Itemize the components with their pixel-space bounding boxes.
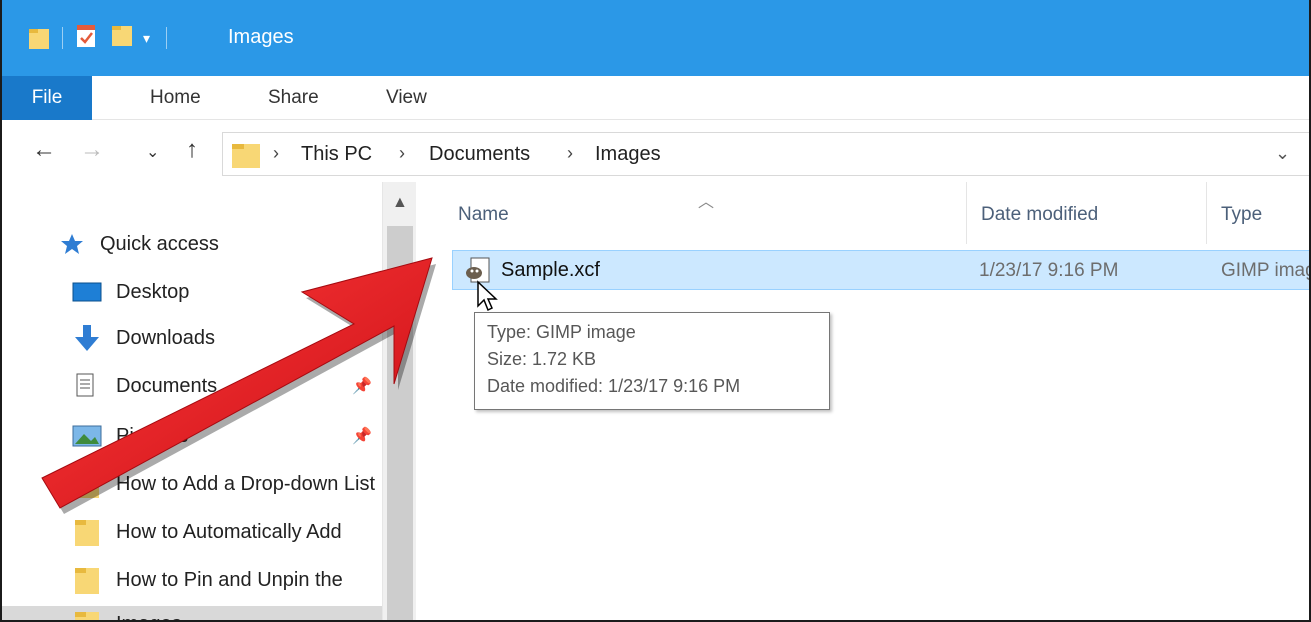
customize-toolbar-icon[interactable]: ▾ <box>143 30 150 47</box>
nav-item-pictures[interactable]: Pictures 📌 <box>72 418 382 454</box>
quick-access-toolbar: ▾ <box>2 0 179 76</box>
forward-arrow-icon[interactable]: → <box>80 136 104 164</box>
breadcrumb-documents[interactable]: Documents <box>429 143 530 166</box>
nav-item-desktop[interactable]: Desktop <box>72 274 382 310</box>
window-title: Images <box>228 26 294 48</box>
download-icon <box>72 324 108 352</box>
nav-item-folder[interactable]: How to Add a Drop-down List <box>72 466 382 502</box>
mouse-cursor-icon <box>476 280 498 317</box>
tooltip-size: Size: 1.72 KB <box>487 349 597 369</box>
pin-icon[interactable]: 📌 <box>352 426 372 446</box>
tab-share[interactable]: Share <box>268 76 319 120</box>
toolbar-separator <box>62 27 63 49</box>
tab-view[interactable]: View <box>386 76 427 120</box>
chevron-right-icon: › <box>273 143 279 163</box>
column-header-type[interactable]: Type <box>1207 182 1309 244</box>
pin-icon[interactable]: 📌 <box>352 376 372 396</box>
star-icon <box>60 233 100 255</box>
chevron-right-icon: › <box>567 143 573 163</box>
nav-item-folder[interactable]: How to Pin and Unpin the <box>72 562 382 598</box>
pictures-icon <box>72 424 108 448</box>
column-header-label: Name <box>458 204 509 225</box>
scrollbar-thumb[interactable] <box>387 226 413 620</box>
nav-item-label: How to Automatically Add <box>116 520 342 543</box>
nav-item-label: Pictures <box>116 424 189 447</box>
recent-locations-icon[interactable]: ⌄ <box>146 142 159 162</box>
scroll-up-icon[interactable]: ▲ <box>392 194 408 212</box>
nav-item-label: Desktop <box>116 280 190 303</box>
file-explorer-window: ▾ Images File Home Share View ← → ⌄ ↑ › … <box>0 0 1311 622</box>
folder-icon <box>72 517 108 547</box>
document-icon <box>72 372 108 400</box>
desktop-icon <box>72 281 108 303</box>
tab-home[interactable]: Home <box>150 76 201 120</box>
file-info-tooltip: Type: GIMP image Size: 1.72 KB Date modi… <box>474 312 830 410</box>
nav-item-folder[interactable]: How to Automatically Add <box>72 514 382 550</box>
up-arrow-icon[interactable]: ↑ <box>186 136 198 164</box>
file-date-modified: 1/23/17 9:16 PM <box>979 260 1119 281</box>
tab-file[interactable]: File <box>2 76 92 120</box>
ribbon-tabs: File Home Share View <box>2 76 1309 120</box>
column-header-label: Date modified <box>981 204 1099 225</box>
folder-icon <box>72 469 108 499</box>
folder-icon <box>231 141 261 174</box>
navigation-bar: ← → ⌄ ↑ › This PC › Documents › Images ⌄ <box>2 120 1309 182</box>
toolbar-separator <box>166 27 168 49</box>
file-type: GIMP image <box>1221 260 1309 281</box>
title-bar: ▾ Images <box>2 0 1309 76</box>
file-name: Sample.xcf <box>501 259 600 281</box>
address-bar[interactable]: › This PC › Documents › Images ⌄ <box>222 132 1309 176</box>
back-arrow-icon[interactable]: ← <box>32 136 56 164</box>
column-header-date-modified[interactable]: Date modified <box>967 182 1207 244</box>
nav-item-label: How to Pin and Unpin the <box>116 568 343 591</box>
nav-item-label: Images <box>116 613 182 621</box>
new-folder-icon[interactable] <box>111 24 133 53</box>
column-header-label: Type <box>1221 204 1263 225</box>
folder-icon <box>28 27 50 49</box>
chevron-right-icon: › <box>399 143 405 163</box>
folder-icon <box>72 565 108 595</box>
breadcrumb-this-pc[interactable]: This PC <box>301 143 372 166</box>
nav-item-label: How to Add a Drop-down List <box>116 472 376 495</box>
nav-item-label: Downloads <box>116 326 215 349</box>
nav-item-downloads[interactable]: Downloads <box>72 320 382 356</box>
properties-icon[interactable] <box>75 24 97 53</box>
tooltip-date: Date modified: 1/23/17 9:16 PM <box>487 376 741 396</box>
column-header-name[interactable]: Name <box>416 182 966 244</box>
nav-item-documents[interactable]: Documents 📌 <box>72 368 382 404</box>
nav-item-label: Quick access <box>100 232 219 255</box>
navigation-pane: Quick access Desktop Downloads Documents… <box>2 182 382 621</box>
tooltip-type: Type: GIMP image <box>487 322 636 342</box>
chevron-down-icon[interactable]: ⌄ <box>1275 143 1290 164</box>
nav-pane-scrollbar[interactable]: ▲ <box>382 182 416 620</box>
table-row[interactable]: Sample.xcf 1/23/17 9:16 PM GIMP image <box>452 250 1309 290</box>
folder-icon <box>72 609 108 620</box>
nav-item-label: Documents <box>116 374 218 397</box>
breadcrumb-images[interactable]: Images <box>595 143 661 166</box>
nav-item-images[interactable]: Images <box>2 606 382 621</box>
nav-item-quick-access[interactable]: Quick access <box>60 226 370 262</box>
